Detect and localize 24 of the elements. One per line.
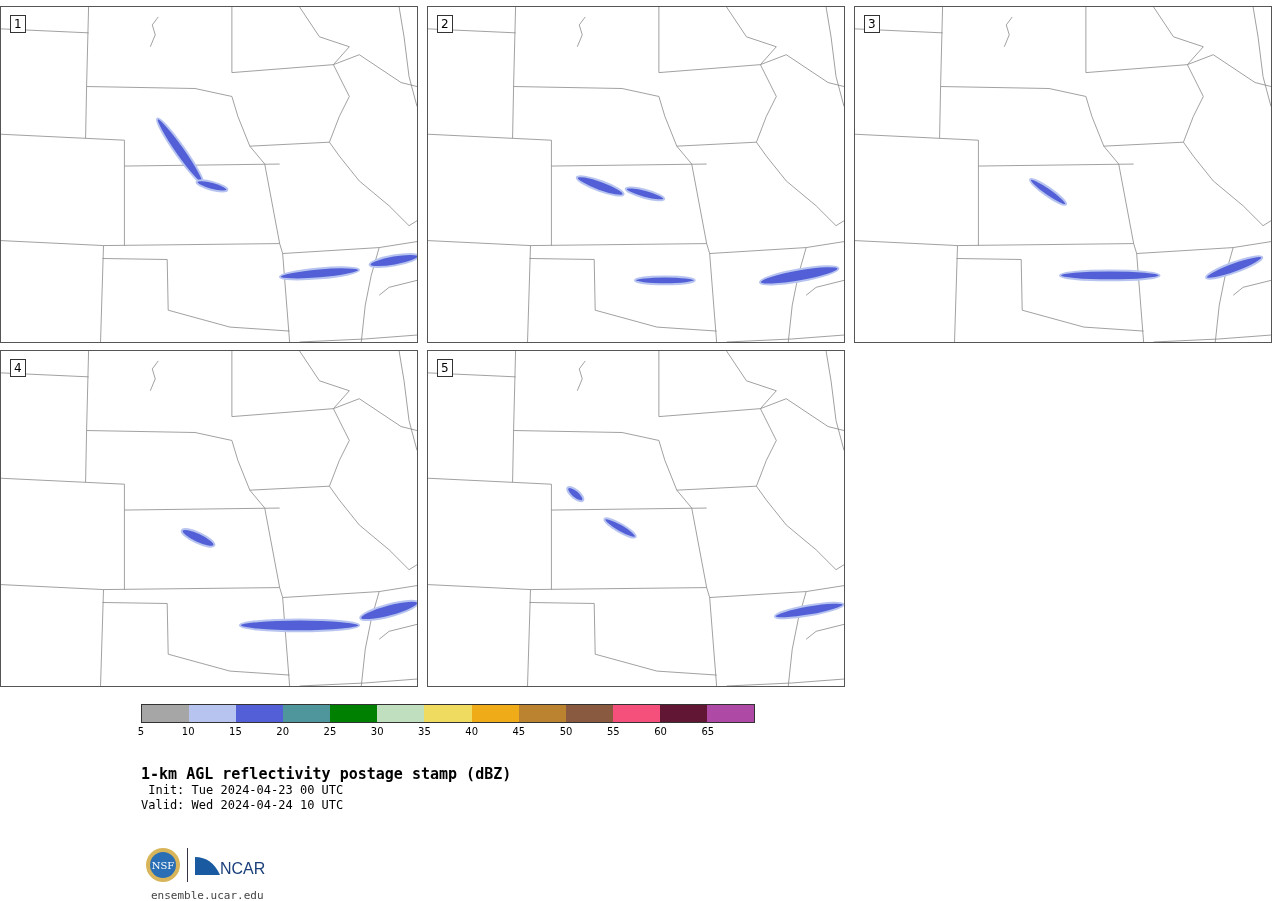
tick-label: 65 bbox=[701, 726, 715, 738]
tick-label: 45 bbox=[512, 726, 526, 738]
tick-label: 55 bbox=[607, 726, 620, 738]
tick-label: 35 bbox=[418, 726, 431, 738]
tick-label: 20 bbox=[276, 726, 290, 738]
tick-label: 10 bbox=[181, 726, 195, 738]
panel-number: 1 bbox=[10, 15, 26, 33]
tick-label: 5 bbox=[137, 726, 145, 738]
tick-label: 50 bbox=[559, 726, 573, 738]
valid-time: Valid: Wed 2024-04-24 10 UTC bbox=[141, 798, 345, 813]
tick-label: 40 bbox=[465, 726, 478, 738]
panel-number: 4 bbox=[10, 359, 26, 377]
init-time: Init: Tue 2024-04-23 00 UTC bbox=[147, 783, 345, 798]
tick-label: 25 bbox=[323, 726, 337, 738]
panel-number: 5 bbox=[437, 359, 453, 377]
tick-label: 30 bbox=[370, 726, 384, 738]
ncar-logo: NCAR bbox=[194, 853, 268, 877]
website-url: ensemble.ucar.edu bbox=[151, 889, 265, 901]
tick-label: 60 bbox=[654, 726, 667, 738]
tick-label: 15 bbox=[229, 726, 242, 738]
panel-number: 3 bbox=[864, 15, 880, 33]
chart-title: 1-km AGL reflectivity postage stamp (dBZ) bbox=[141, 765, 513, 783]
nsf-logo: NSF bbox=[145, 847, 181, 883]
panel-number: 2 bbox=[437, 15, 453, 33]
